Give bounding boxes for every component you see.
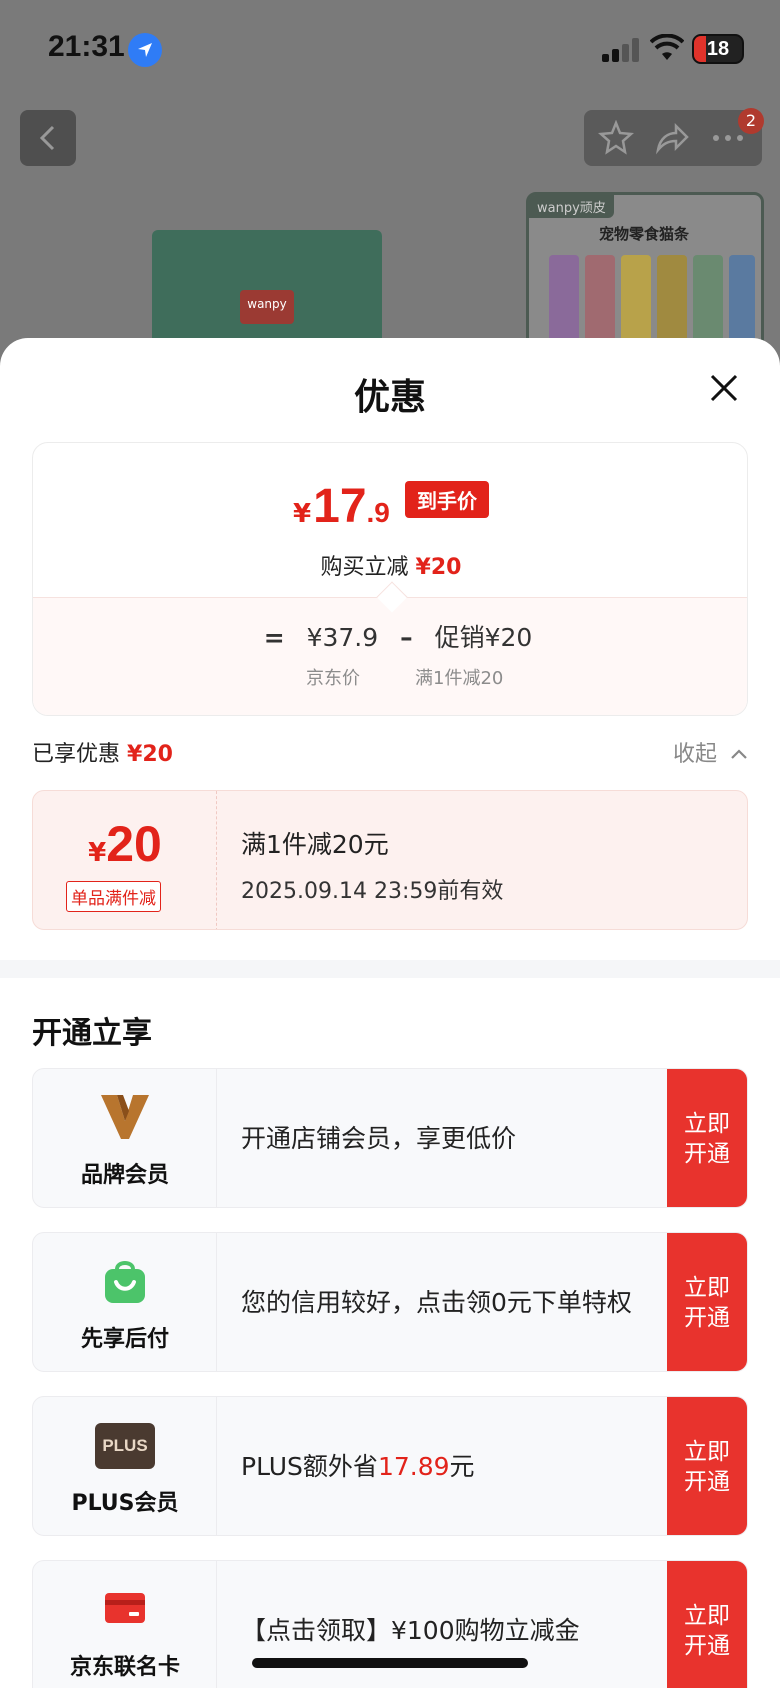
coupon-amount-block: ¥20 单品满件减 [33,791,217,929]
enjoyed-discount-row: 已享优惠 ¥20 收起 [32,734,748,770]
benefit-left: PLUS PLUS会员 [33,1397,217,1535]
coupon-value: 20 [106,816,162,872]
share-icon[interactable] [654,120,690,156]
coupon-amount: ¥20 [33,815,217,873]
battery-icon: 18 [692,34,744,64]
benefit-brand-member[interactable]: 品牌会员 开通店铺会员，享更低价 立即开通 [32,1068,748,1208]
activate-label: 立即开通 [684,1275,730,1331]
minus-sign: – [400,623,413,652]
coupon-card: ¥20 单品满件减 满1件减20元 2025.09.14 23:59前有效 [32,790,748,930]
benefit-name: PLUS会员 [71,1491,179,1516]
promo-label: 满1件减20 [415,668,504,689]
coupon-type-tag: 单品满件减 [66,881,161,912]
benefit-left: 先享后付 [33,1233,217,1371]
benefit-pay-later[interactable]: 先享后付 您的信用较好，点击领0元下单特权 立即开通 [32,1232,748,1372]
benefit-description: 【点击领取】¥100购物立减金 [241,1616,580,1645]
price-card: ¥ 17 .9 到手价 购买立减 ¥20 = ¥37.9 – 促销¥20 京东价… [32,442,748,716]
product-page-background: 21:31 18 2 wanpy wanpy顽皮 宠物零食猫条 [0,0,780,360]
location-arrow-icon [128,33,162,67]
home-indicator [252,1658,528,1668]
coupon-validity: 2025.09.14 23:59前有效 [241,879,504,904]
cellular-signal-icon [602,38,642,62]
enjoyed-amount: ¥20 [127,742,173,767]
plus-desc-suffix: 元 [449,1452,475,1481]
benefit-description: 您的信用较好，点击领0元下单特权 [241,1288,632,1317]
section-title: 开通立享 [32,1016,152,1051]
final-price-badge: 到手价 [404,481,489,518]
benefit-name: 先享后付 [80,1327,169,1352]
enjoyed-label: 已享优惠 ¥20 [32,736,173,768]
equals-sign: = [263,623,285,652]
final-price: ¥ 17 .9 到手价 [33,479,747,534]
shopping-bag-icon [105,1261,145,1303]
benefit-plus-member[interactable]: PLUS PLUS会员 PLUS额外省 17.89 元 立即开通 [32,1396,748,1536]
status-time: 21:31 [48,30,125,63]
activate-label: 立即开通 [684,1603,730,1659]
benefit-jd-card[interactable]: 京东联名卡 【点击领取】¥100购物立减金 立即开通 [32,1560,748,1688]
sheet-title: 优惠 [353,377,426,418]
chevron-up-icon [731,749,747,759]
benefit-left: 京东联名卡 [33,1561,217,1688]
benefit-name: 京东联名卡 [69,1655,180,1680]
instant-reduction: 购买立减 ¥20 [33,549,747,581]
price-currency: ¥ [293,499,312,529]
reduction-amount: ¥20 [415,555,462,580]
benefit-left: 品牌会员 [33,1069,217,1207]
side-card-brand: wanpy顽皮 [529,195,614,218]
nav-actions [584,110,762,166]
jd-price: ¥37.9 [306,623,379,652]
price-breakdown: = ¥37.9 – 促销¥20 京东价 满1件减20 [33,581,747,715]
activate-label: 立即开通 [684,1111,730,1167]
promo-value: 促销¥20 [434,623,533,652]
price-decimal: .9 [366,497,390,528]
plus-save-amount: 17.89 [377,1452,450,1481]
enjoyed-text: 已享优惠 [32,742,121,767]
reduction-label: 购买立减 [320,555,409,580]
activate-button[interactable]: 立即开通 [667,1397,747,1535]
collapse-button[interactable]: 收起 [673,736,748,768]
plus-logo: PLUS [95,1423,155,1469]
collapse-label: 收起 [672,742,717,767]
close-icon[interactable] [706,370,742,406]
activate-label: 立即开通 [684,1439,730,1495]
wifi-icon [650,34,684,60]
discount-sheet: 优惠 ¥ 17 .9 到手价 购买立减 ¥20 = ¥37.9 – 促销¥20 … [0,338,780,1688]
chevron-left-icon [39,125,55,151]
plus-desc-prefix: PLUS额外省 [241,1452,378,1481]
product-logo: wanpy [240,290,294,324]
side-card-title: 宠物零食猫条 [599,225,690,243]
benefit-description: PLUS额外省 17.89 元 [241,1397,641,1535]
star-icon[interactable] [598,120,634,156]
status-bar: 21:31 18 [0,0,780,100]
activate-button[interactable]: 立即开通 [667,1561,747,1688]
coupon-currency: ¥ [88,838,107,868]
activate-button[interactable]: 立即开通 [667,1069,747,1207]
price-integer: 17 [313,480,367,533]
side-product-card: wanpy顽皮 宠物零食猫条 [526,192,764,360]
coupon-title: 满1件减20元 [241,830,389,859]
section-divider [0,960,780,978]
price-formula: = ¥37.9 – 促销¥20 [33,618,747,654]
back-button[interactable] [20,110,76,166]
card-icon [105,1593,145,1623]
activate-button[interactable]: 立即开通 [667,1233,747,1371]
jd-price-label: 京东价 [306,668,360,689]
notification-badge: 2 [738,108,764,134]
benefit-name: 品牌会员 [80,1163,169,1188]
benefit-description: 开通店铺会员，享更低价 [241,1124,517,1153]
brand-v-icon [101,1095,149,1139]
battery-level: 18 [706,38,730,60]
